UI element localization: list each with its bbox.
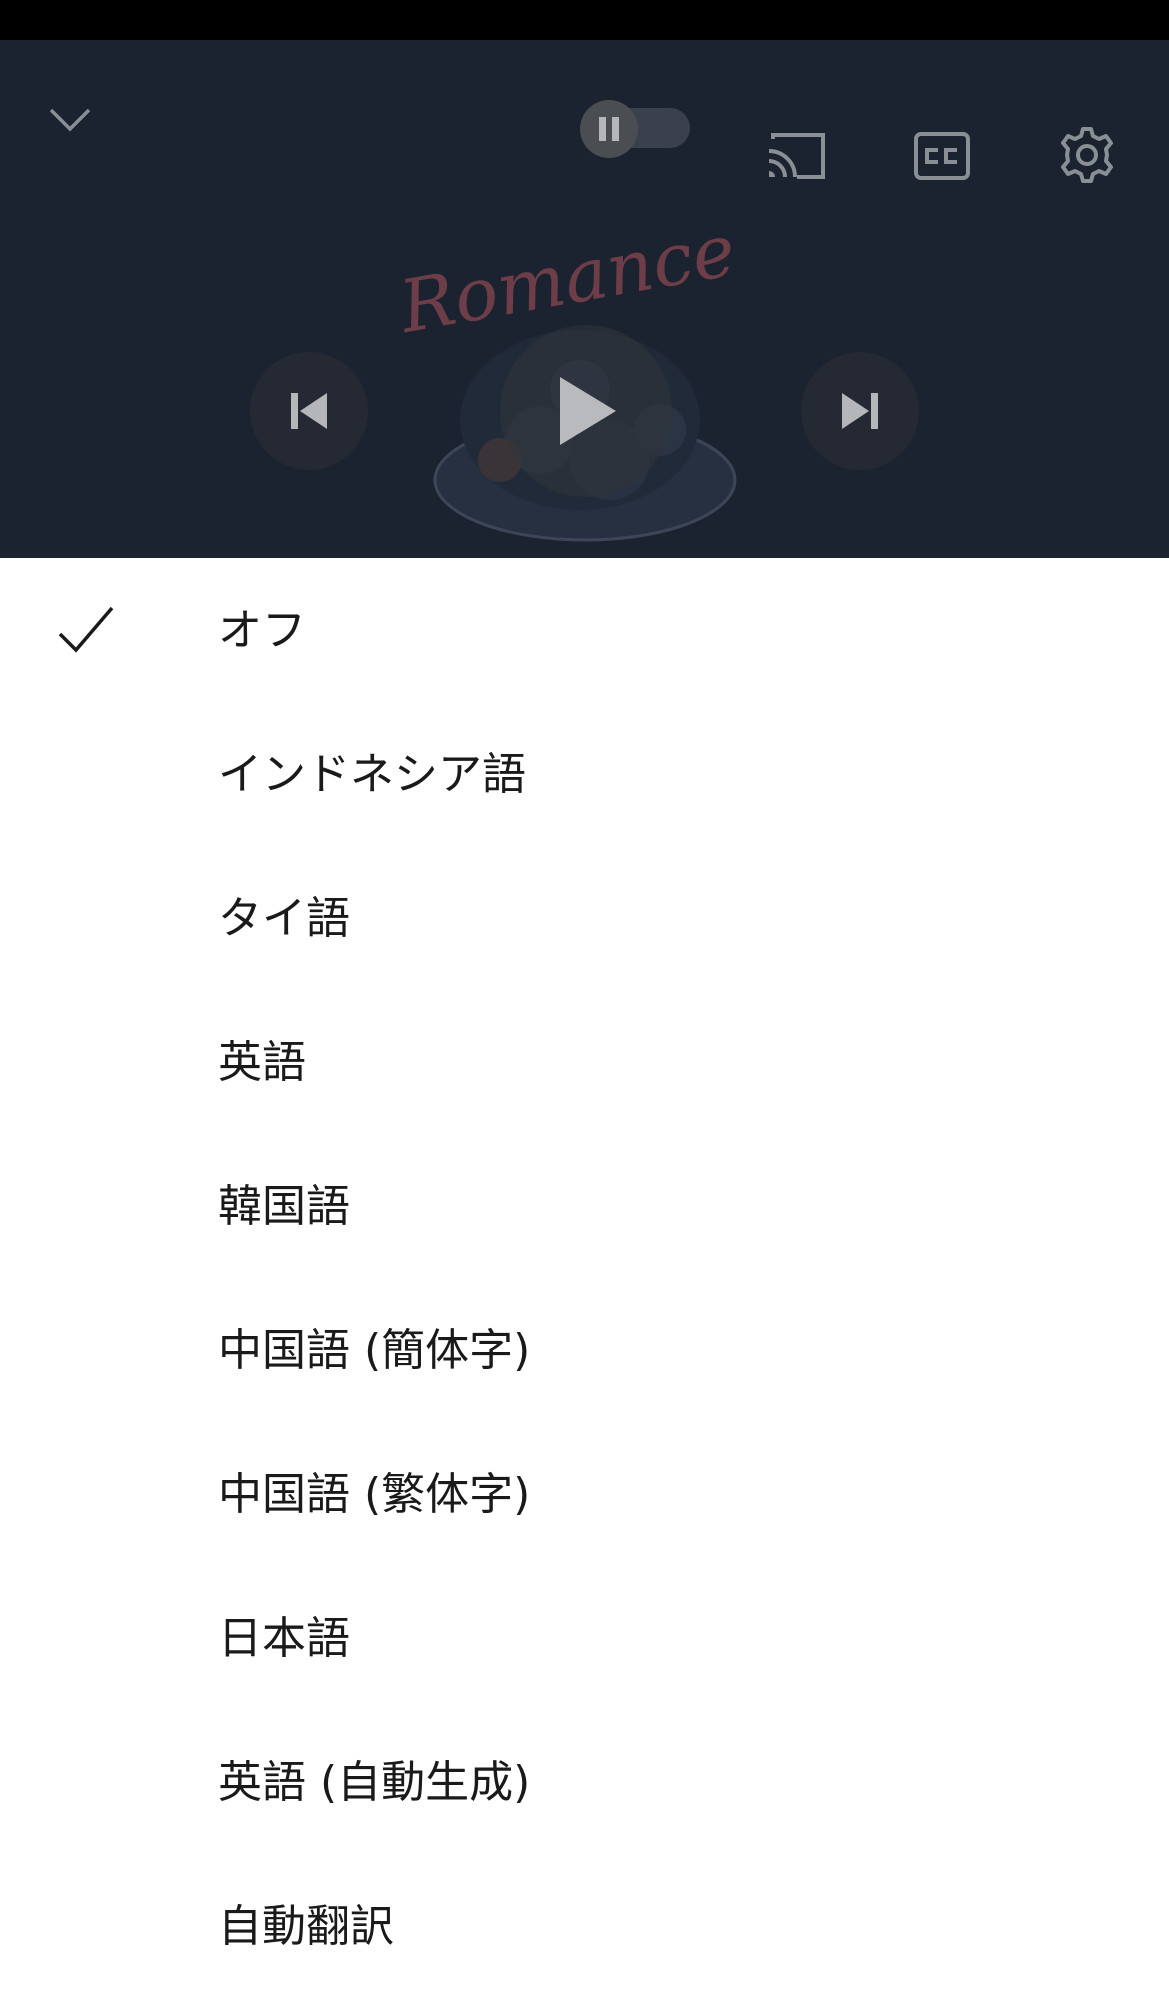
menu-item-label: 韓国語 xyxy=(218,1181,350,1232)
status-bar xyxy=(0,0,1169,40)
gear-icon xyxy=(1061,127,1113,183)
menu-item-label: 日本語 xyxy=(218,1613,350,1664)
captions-button[interactable] xyxy=(910,124,974,188)
play-icon xyxy=(560,377,616,445)
menu-item-off[interactable]: オフ xyxy=(0,558,1169,702)
menu-item-auto-translate[interactable]: 自動翻訳 xyxy=(0,1854,1169,1998)
menu-item-chinese-traditional[interactable]: 中国語 (繁体字) xyxy=(0,1422,1169,1566)
menu-item-japanese[interactable]: 日本語 xyxy=(0,1566,1169,1710)
cast-icon xyxy=(768,133,825,179)
menu-item-chinese-simplified[interactable]: 中国語 (簡体字) xyxy=(0,1278,1169,1422)
menu-item-label: 中国語 (簡体字) xyxy=(218,1325,531,1376)
cast-button[interactable] xyxy=(764,124,828,188)
menu-item-label: 中国語 (繁体字) xyxy=(218,1469,531,1520)
autoplay-toggle[interactable] xyxy=(580,92,692,158)
menu-item-label: インドネシア語 xyxy=(218,749,526,800)
play-button[interactable] xyxy=(500,325,672,497)
menu-item-english[interactable]: 英語 xyxy=(0,990,1169,1134)
menu-item-label: 英語 (自動生成) xyxy=(218,1757,531,1808)
menu-item-english-auto-generated[interactable]: 英語 (自動生成) xyxy=(0,1710,1169,1854)
closed-captions-icon xyxy=(914,132,970,180)
collapse-button[interactable] xyxy=(40,90,100,150)
settings-button[interactable] xyxy=(1054,122,1120,188)
chevron-down-icon xyxy=(49,108,91,132)
menu-item-label: タイ語 xyxy=(218,893,350,944)
video-player[interactable]: Romance xyxy=(0,40,1169,558)
menu-item-thai[interactable]: タイ語 xyxy=(0,846,1169,990)
caption-language-menu: オフ インドネシア語 タイ語 英語 韓国語 中国語 (簡体字) 中国語 (繁体字… xyxy=(0,558,1169,1983)
menu-item-label: 自動翻訳 xyxy=(218,1901,394,1952)
menu-item-indonesian[interactable]: インドネシア語 xyxy=(0,702,1169,846)
previous-button[interactable] xyxy=(250,352,368,470)
pause-icon xyxy=(599,117,619,141)
autoplay-toggle-knob xyxy=(580,100,638,158)
menu-item-label: 英語 xyxy=(218,1037,306,1088)
skip-next-icon xyxy=(842,393,878,429)
next-button[interactable] xyxy=(801,352,919,470)
skip-previous-icon xyxy=(291,393,327,429)
menu-item-label: オフ xyxy=(218,605,306,656)
menu-item-korean[interactable]: 韓国語 xyxy=(0,1134,1169,1278)
checkmark-icon xyxy=(58,606,114,653)
